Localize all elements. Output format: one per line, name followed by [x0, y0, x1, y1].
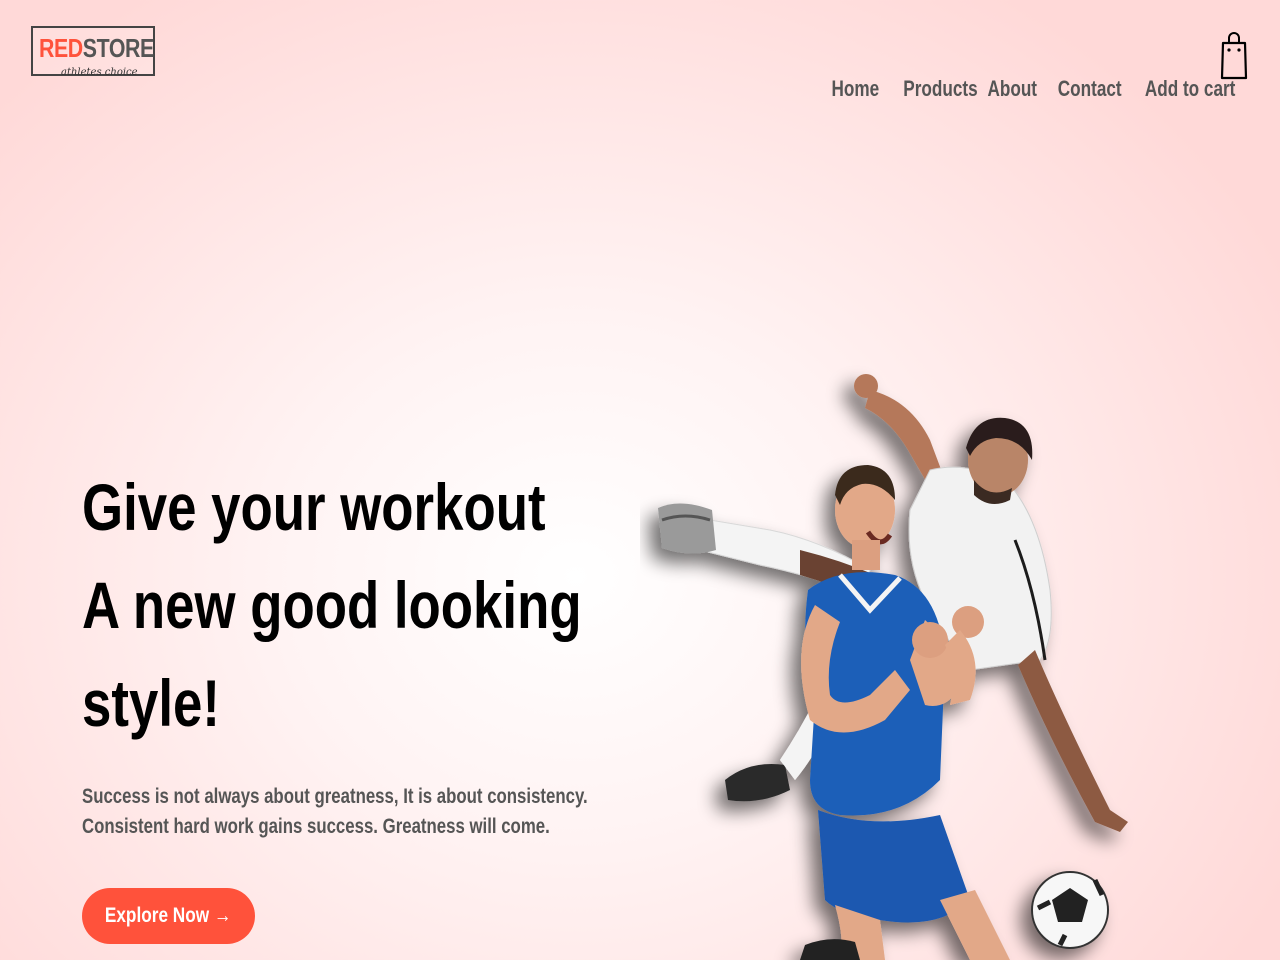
shopping-bag-icon[interactable]: [1220, 31, 1248, 81]
hero-athletes-image: [640, 360, 1200, 960]
hero-subtitle: Success is not always about greatness, I…: [82, 785, 588, 838]
main-nav: Home Products About Contact Add to cart: [822, 76, 1236, 102]
brand-name-rest: STORE: [82, 33, 154, 63]
nav-contact[interactable]: Contact: [1058, 76, 1122, 102]
hero-title: Give your workout A new good looking sty…: [82, 458, 582, 752]
hero-title-line-2: A new good looking: [82, 568, 582, 642]
brand-name: REDSTORE: [39, 35, 154, 61]
explore-now-button[interactable]: Explore Now →: [82, 888, 255, 944]
nav-products[interactable]: Products: [903, 76, 977, 102]
brand-name-red: RED: [39, 33, 83, 63]
nav-about[interactable]: About: [987, 76, 1037, 102]
brand-tagline: athletes choice: [61, 67, 138, 78]
hero-title-line-1: Give your workout: [82, 470, 546, 544]
hero-title-line-3: style!: [82, 666, 220, 740]
brand-logo[interactable]: REDSTORE athletes choice: [31, 26, 155, 78]
explore-now-label: Explore Now →: [105, 904, 232, 927]
nav-home[interactable]: Home: [831, 76, 879, 102]
nav-add-to-cart[interactable]: Add to cart: [1145, 76, 1236, 102]
